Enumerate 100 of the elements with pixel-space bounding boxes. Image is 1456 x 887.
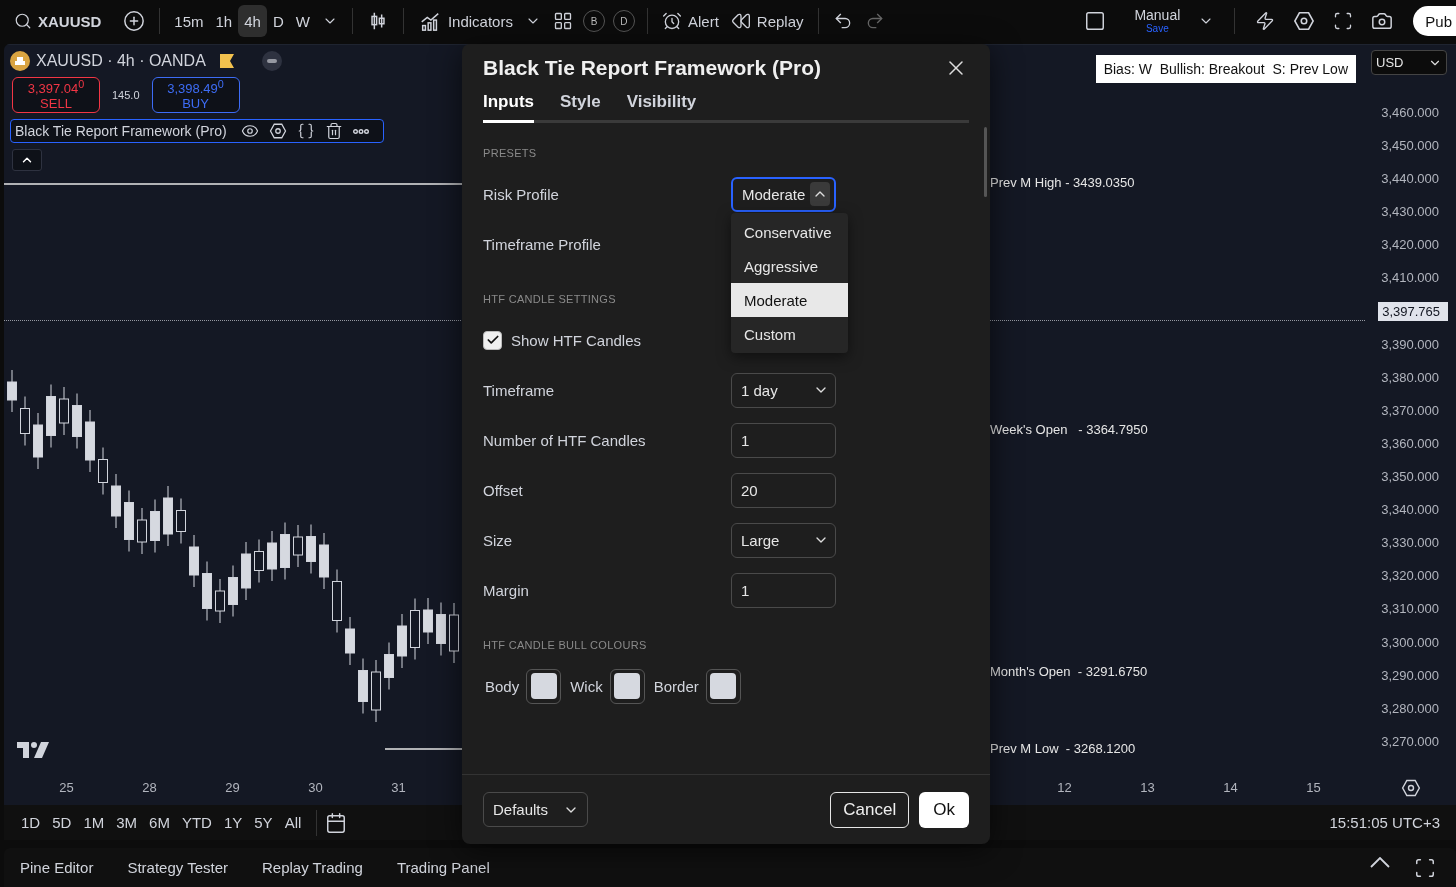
range-button[interactable]: 5Y	[249, 814, 278, 831]
current-price-badge: 3,397.765	[1378, 301, 1448, 321]
interval-button[interactable]: 15m	[168, 5, 210, 37]
indicator-settings-button[interactable]	[268, 122, 287, 140]
date-tick: 28	[141, 780, 158, 795]
checkbox-label: Show HTF Candles	[511, 331, 642, 349]
minus-icon	[266, 59, 277, 63]
eye-icon	[240, 122, 259, 140]
layout-save-button[interactable]: Manual Save	[1128, 7, 1187, 35]
grid-icon	[552, 11, 573, 31]
more-icon	[352, 128, 369, 134]
section-heading: PRESETS	[483, 146, 537, 161]
go-to-date-button[interactable]	[325, 811, 348, 834]
interval-button[interactable]: 4h	[238, 5, 267, 37]
candle	[33, 412, 43, 470]
remove-button[interactable]	[324, 122, 343, 140]
dialog-tab[interactable]: Style	[560, 92, 601, 123]
interval-button[interactable]: 1h	[209, 5, 239, 37]
price-tick: 3,450.000	[1381, 137, 1439, 156]
candle	[241, 541, 251, 601]
maximize-panel-button[interactable]	[1414, 856, 1436, 879]
dropdown-select[interactable]: Large	[731, 522, 836, 558]
candle	[293, 524, 303, 568]
collapse-legend-button[interactable]	[261, 51, 282, 71]
symbol-search[interactable]: XAUUSD	[8, 5, 108, 37]
camera-icon	[1371, 10, 1394, 32]
check-icon	[485, 333, 500, 347]
price-tick: 3,330.000	[1381, 534, 1439, 553]
candle	[124, 490, 134, 552]
candle	[189, 534, 199, 588]
dropdown-option[interactable]: Moderate	[731, 283, 848, 317]
dropdown-option[interactable]: Conservative	[731, 215, 848, 249]
range-button[interactable]: 5D	[47, 814, 77, 831]
level-label: Prev M High - 3439.0350	[990, 175, 1135, 190]
range-button[interactable]: YTD	[176, 814, 217, 831]
candle	[306, 524, 316, 574]
range-button[interactable]: 6M	[144, 814, 175, 831]
collapse-button[interactable]	[12, 149, 42, 171]
cancel-button[interactable]: Cancel	[830, 791, 910, 828]
swatch-label: Body	[485, 677, 520, 695]
interval-button[interactable]: W	[289, 5, 316, 37]
field-label: Timeframe	[483, 381, 556, 399]
price-tick: 3,340.000	[1381, 501, 1439, 520]
field-label: Size	[483, 531, 514, 549]
candle	[228, 565, 238, 617]
maximize-icon	[1414, 856, 1436, 879]
more-button[interactable]	[352, 128, 369, 134]
settings-icon[interactable]	[1293, 10, 1316, 32]
dialog-tab[interactable]: Visibility	[626, 92, 697, 123]
price-tick: 3,310.000	[1381, 600, 1439, 619]
price-tick: 3,430.000	[1381, 203, 1439, 222]
input-field[interactable]: 1	[731, 572, 836, 608]
range-button[interactable]: 3M	[111, 814, 143, 831]
field-label: Risk Profile	[483, 185, 560, 203]
interval-button[interactable]: D	[266, 5, 290, 37]
candle	[280, 522, 290, 580]
candle	[358, 658, 368, 714]
range-button[interactable]: All	[279, 814, 307, 831]
candle	[111, 473, 121, 529]
candle	[72, 393, 82, 449]
panel-tab[interactable]: Trading Panel	[396, 859, 490, 876]
chart-settings-button[interactable]	[1400, 777, 1421, 798]
currency-select[interactable]: USD	[1371, 50, 1447, 75]
input-field[interactable]: 20	[731, 472, 836, 508]
input-field[interactable]: 1	[731, 422, 836, 458]
sell-button[interactable]: 3,397.04$^{0}$ SELL	[12, 77, 100, 113]
ok-button[interactable]: Ok	[919, 791, 969, 828]
source-code-button[interactable]	[296, 122, 315, 140]
price-tick: 3,360.000	[1381, 434, 1439, 453]
visibility-button[interactable]	[240, 122, 259, 140]
price-tick: 3,370.000	[1381, 401, 1439, 420]
candle	[319, 532, 329, 590]
publish-button[interactable]: Pub	[1413, 6, 1456, 36]
defaults-button[interactable]: Defaults	[483, 792, 588, 827]
price-tick: 3,350.000	[1381, 468, 1439, 487]
candle	[215, 578, 225, 624]
panel-tab[interactable]: Strategy Tester	[127, 859, 228, 876]
price-tick: 3,410.000	[1381, 269, 1439, 288]
search-icon	[14, 12, 32, 30]
plus-icon	[123, 10, 146, 32]
alert-button[interactable]: Alert	[655, 5, 725, 37]
buy-button[interactable]: 3,398.49$^{0}$ BUY	[151, 77, 240, 113]
chevron-up-icon	[1370, 856, 1390, 868]
braces-icon	[296, 122, 315, 140]
panel-tab[interactable]: Pine Editor	[20, 859, 94, 876]
range-button[interactable]: 1M	[78, 814, 110, 831]
indicators-button[interactable]: Indicators	[411, 5, 519, 37]
dropdown-option[interactable]: Custom	[731, 317, 848, 351]
range-button[interactable]: 1D	[16, 814, 46, 831]
dropdown-option[interactable]: Aggressive	[731, 249, 848, 283]
checkbox[interactable]	[483, 330, 502, 350]
range-button[interactable]: 1Y	[218, 814, 248, 831]
dialog-tab[interactable]: Inputs	[483, 92, 534, 123]
dropdown-select[interactable]: 1 day	[731, 372, 836, 408]
scrollbar-thumb[interactable]	[984, 127, 987, 197]
replay-button[interactable]: Replay	[724, 5, 810, 37]
dropdown-select[interactable]: Moderate	[731, 176, 836, 212]
panel-tab[interactable]: Replay Trading	[262, 859, 363, 876]
candle	[85, 409, 95, 473]
candle	[137, 507, 147, 555]
